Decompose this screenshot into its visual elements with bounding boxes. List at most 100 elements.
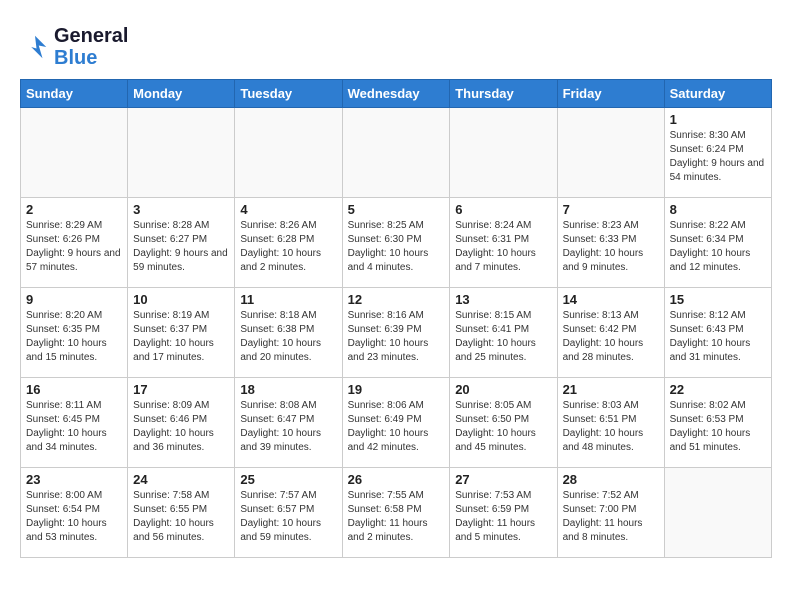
calendar-cell: 25 Sunrise: 7:57 AM Sunset: 6:57 PM Dayli…	[235, 468, 342, 558]
calendar-cell: 17Sunrise: 8:09 AM Sunset: 6:46 PM Dayli…	[128, 378, 235, 468]
calendar-cell: 2 Sunrise: 8:29 AM Sunset: 6:26 PM Daylig…	[21, 198, 128, 288]
day-info: Sunrise: 8:23 AM Sunset: 6:33 PM Dayligh…	[563, 219, 659, 275]
day-info: Sunrise: 8:28 AM Sunset: 6:27 PM Dayligh…	[133, 219, 229, 275]
day-info: Sunrise: 8:00 AM Sunset: 6:54 PM Dayligh…	[26, 489, 122, 545]
day-info: Sunrise: 8:24 AM Sunset: 6:31 PM Dayligh…	[455, 219, 551, 275]
logo: General Blue	[20, 25, 128, 69]
logo-icon	[20, 32, 50, 62]
day-number: 1	[670, 112, 766, 127]
calendar-cell: 24 Sunrise: 7:58 AM Sunset: 6:55 PM Dayli…	[128, 468, 235, 558]
day-info: Sunrise: 8:09 AM Sunset: 6:46 PM Dayligh…	[133, 399, 229, 455]
day-info: Sunrise: 8:06 AM Sunset: 6:49 PM Dayligh…	[348, 399, 445, 455]
weekday-header-saturday: Saturday	[664, 80, 771, 108]
calendar-cell: 1 Sunrise: 8:30 AM Sunset: 6:24 PM Daylig…	[664, 108, 771, 198]
weekday-header-monday: Monday	[128, 80, 235, 108]
weekday-header-sunday: Sunday	[21, 80, 128, 108]
day-number: 22	[670, 382, 766, 397]
calendar-cell: 4 Sunrise: 8:26 AM Sunset: 6:28 PM Daylig…	[235, 198, 342, 288]
day-info: Sunrise: 8:26 AM Sunset: 6:28 PM Dayligh…	[240, 219, 336, 275]
day-info: Sunrise: 7:55 AM Sunset: 6:58 PM Dayligh…	[348, 489, 445, 545]
calendar-cell	[450, 108, 557, 198]
day-number: 12	[348, 292, 445, 307]
day-info: Sunrise: 8:03 AM Sunset: 6:51 PM Dayligh…	[563, 399, 659, 455]
weekday-header-wednesday: Wednesday	[342, 80, 450, 108]
day-info: Sunrise: 8:11 AM Sunset: 6:45 PM Dayligh…	[26, 399, 122, 455]
calendar-cell: 10 Sunrise: 8:19 AM Sunset: 6:37 PM Dayli…	[128, 288, 235, 378]
calendar-cell: 15 Sunrise: 8:12 AM Sunset: 6:43 PM Dayli…	[664, 288, 771, 378]
calendar-cell: 22 Sunrise: 8:02 AM Sunset: 6:53 PM Dayli…	[664, 378, 771, 468]
day-info: Sunrise: 7:52 AM Sunset: 7:00 PM Dayligh…	[563, 489, 659, 545]
week-row-3: 9 Sunrise: 8:20 AM Sunset: 6:35 PM Daylig…	[21, 288, 772, 378]
day-number: 14	[563, 292, 659, 307]
day-info: Sunrise: 8:05 AM Sunset: 6:50 PM Dayligh…	[455, 399, 551, 455]
calendar-cell	[664, 468, 771, 558]
day-number: 5	[348, 202, 445, 217]
day-number: 2	[26, 202, 122, 217]
calendar-cell: 23Sunrise: 8:00 AM Sunset: 6:54 PM Dayli…	[21, 468, 128, 558]
day-number: 24	[133, 472, 229, 487]
calendar-cell: 11 Sunrise: 8:18 AM Sunset: 6:38 PM Dayli…	[235, 288, 342, 378]
day-info: Sunrise: 8:08 AM Sunset: 6:47 PM Dayligh…	[240, 399, 336, 455]
day-info: Sunrise: 7:58 AM Sunset: 6:55 PM Dayligh…	[133, 489, 229, 545]
day-info: Sunrise: 8:16 AM Sunset: 6:39 PM Dayligh…	[348, 309, 445, 365]
calendar-cell	[235, 108, 342, 198]
week-row-1: 1 Sunrise: 8:30 AM Sunset: 6:24 PM Daylig…	[21, 108, 772, 198]
day-number: 18	[240, 382, 336, 397]
day-info: Sunrise: 8:30 AM Sunset: 6:24 PM Dayligh…	[670, 129, 766, 185]
day-number: 4	[240, 202, 336, 217]
day-info: Sunrise: 8:12 AM Sunset: 6:43 PM Dayligh…	[670, 309, 766, 365]
calendar-cell: 8 Sunrise: 8:22 AM Sunset: 6:34 PM Daylig…	[664, 198, 771, 288]
calendar-cell: 14 Sunrise: 8:13 AM Sunset: 6:42 PM Dayli…	[557, 288, 664, 378]
day-number: 15	[670, 292, 766, 307]
day-info: Sunrise: 8:02 AM Sunset: 6:53 PM Dayligh…	[670, 399, 766, 455]
day-number: 13	[455, 292, 551, 307]
day-info: Sunrise: 8:18 AM Sunset: 6:38 PM Dayligh…	[240, 309, 336, 365]
day-number: 27	[455, 472, 551, 487]
calendar-cell	[21, 108, 128, 198]
day-number: 11	[240, 292, 336, 307]
page-header: General Blue	[20, 20, 772, 69]
calendar-cell	[557, 108, 664, 198]
day-number: 9	[26, 292, 122, 307]
calendar-cell: 9 Sunrise: 8:20 AM Sunset: 6:35 PM Daylig…	[21, 288, 128, 378]
calendar-cell: 13 Sunrise: 8:15 AM Sunset: 6:41 PM Dayli…	[450, 288, 557, 378]
calendar-cell: 16 Sunrise: 8:11 AM Sunset: 6:45 PM Dayli…	[21, 378, 128, 468]
day-number: 8	[670, 202, 766, 217]
day-number: 21	[563, 382, 659, 397]
week-row-5: 23Sunrise: 8:00 AM Sunset: 6:54 PM Dayli…	[21, 468, 772, 558]
calendar-cell	[342, 108, 450, 198]
day-number: 19	[348, 382, 445, 397]
day-number: 25	[240, 472, 336, 487]
day-number: 7	[563, 202, 659, 217]
week-row-2: 2 Sunrise: 8:29 AM Sunset: 6:26 PM Daylig…	[21, 198, 772, 288]
calendar-cell: 7 Sunrise: 8:23 AM Sunset: 6:33 PM Daylig…	[557, 198, 664, 288]
day-number: 16	[26, 382, 122, 397]
day-info: Sunrise: 8:22 AM Sunset: 6:34 PM Dayligh…	[670, 219, 766, 275]
day-number: 26	[348, 472, 445, 487]
weekday-header-thursday: Thursday	[450, 80, 557, 108]
calendar-cell: 12 Sunrise: 8:16 AM Sunset: 6:39 PM Dayli…	[342, 288, 450, 378]
day-info: Sunrise: 8:25 AM Sunset: 6:30 PM Dayligh…	[348, 219, 445, 275]
day-info: Sunrise: 8:15 AM Sunset: 6:41 PM Dayligh…	[455, 309, 551, 365]
day-info: Sunrise: 8:13 AM Sunset: 6:42 PM Dayligh…	[563, 309, 659, 365]
day-number: 3	[133, 202, 229, 217]
week-row-4: 16 Sunrise: 8:11 AM Sunset: 6:45 PM Dayli…	[21, 378, 772, 468]
calendar-cell	[128, 108, 235, 198]
calendar-cell: 6Sunrise: 8:24 AM Sunset: 6:31 PM Daylig…	[450, 198, 557, 288]
logo-text: General Blue	[54, 25, 128, 69]
day-info: Sunrise: 8:20 AM Sunset: 6:35 PM Dayligh…	[26, 309, 122, 365]
day-number: 10	[133, 292, 229, 307]
calendar-cell: 5 Sunrise: 8:25 AM Sunset: 6:30 PM Daylig…	[342, 198, 450, 288]
weekday-header-row: SundayMondayTuesdayWednesdayThursdayFrid…	[21, 80, 772, 108]
day-info: Sunrise: 7:57 AM Sunset: 6:57 PM Dayligh…	[240, 489, 336, 545]
day-info: Sunrise: 7:53 AM Sunset: 6:59 PM Dayligh…	[455, 489, 551, 545]
calendar-cell: 18 Sunrise: 8:08 AM Sunset: 6:47 PM Dayli…	[235, 378, 342, 468]
day-info: Sunrise: 8:19 AM Sunset: 6:37 PM Dayligh…	[133, 309, 229, 365]
day-number: 20	[455, 382, 551, 397]
day-info: Sunrise: 8:29 AM Sunset: 6:26 PM Dayligh…	[26, 219, 122, 275]
weekday-header-tuesday: Tuesday	[235, 80, 342, 108]
weekday-header-friday: Friday	[557, 80, 664, 108]
calendar-cell: 19 Sunrise: 8:06 AM Sunset: 6:49 PM Dayli…	[342, 378, 450, 468]
calendar-table: SundayMondayTuesdayWednesdayThursdayFrid…	[20, 79, 772, 558]
calendar-cell: 27 Sunrise: 7:53 AM Sunset: 6:59 PM Dayli…	[450, 468, 557, 558]
